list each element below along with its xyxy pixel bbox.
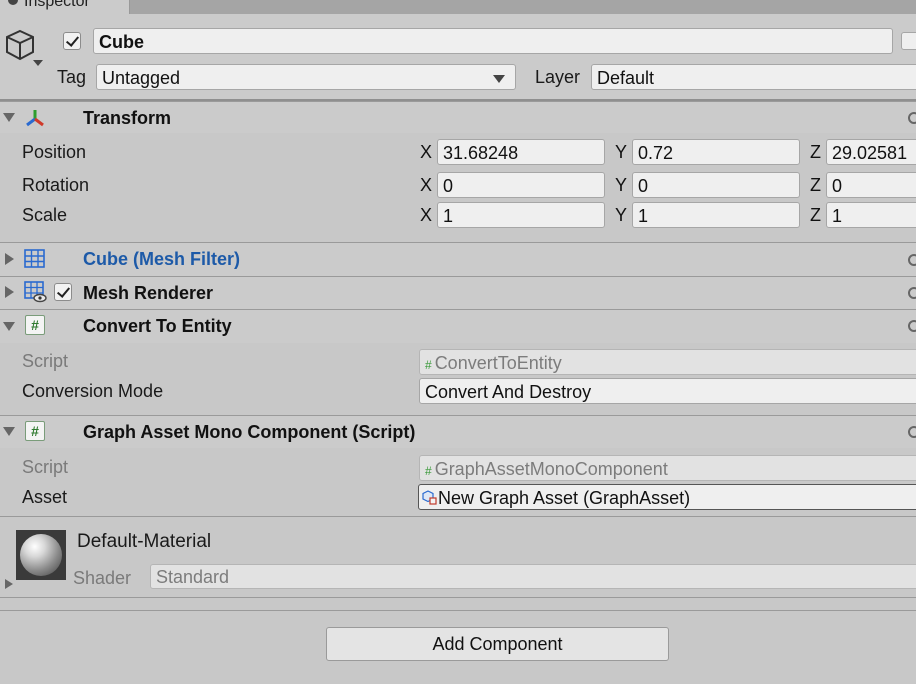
divider bbox=[0, 610, 916, 611]
rotation-z-field[interactable]: 0 bbox=[826, 172, 916, 198]
script-file-icon: # bbox=[425, 358, 432, 372]
position-z-field[interactable]: 29.02581 bbox=[826, 139, 916, 165]
script-label: Script bbox=[22, 351, 69, 371]
scale-z-field[interactable]: 1 bbox=[826, 202, 916, 228]
mesh-filter-icon bbox=[24, 249, 45, 268]
shader-label: Shader bbox=[73, 568, 132, 588]
tag-label: Tag bbox=[57, 67, 87, 87]
script-icon: # bbox=[25, 421, 45, 441]
gameobject-header: Cube Tag Untagged Layer Default bbox=[0, 14, 916, 99]
conversion-mode-dropdown[interactable]: Convert And Destroy bbox=[419, 378, 916, 404]
graph-asset-header[interactable]: # Graph Asset Mono Component (Script) bbox=[0, 415, 916, 448]
foldout-arrow-icon[interactable] bbox=[3, 113, 15, 122]
chevron-down-icon bbox=[493, 75, 505, 83]
material-section: Default-Material Shader Standard bbox=[0, 517, 916, 593]
graph-asset-title: Graph Asset Mono Component (Script) bbox=[83, 422, 416, 442]
transform-icon bbox=[26, 110, 44, 127]
mesh-renderer-header[interactable]: Mesh Renderer bbox=[0, 276, 916, 309]
foldout-arrow-icon[interactable] bbox=[5, 286, 14, 298]
material-preview-sphere[interactable] bbox=[16, 530, 66, 580]
icon-dropdown-arrow[interactable] bbox=[33, 60, 43, 66]
mesh-filter-title[interactable]: Cube (Mesh Filter) bbox=[83, 248, 240, 270]
mesh-filter-header[interactable]: Cube (Mesh Filter) bbox=[0, 242, 916, 276]
mesh-renderer-enabled-checkbox[interactable] bbox=[54, 283, 72, 301]
layer-label: Layer bbox=[535, 67, 581, 87]
script-label: Script bbox=[22, 457, 69, 477]
tag-dropdown[interactable]: Untagged bbox=[96, 64, 516, 90]
component-menu-icon[interactable] bbox=[908, 426, 916, 438]
convert-to-entity-header[interactable]: # Convert To Entity bbox=[0, 309, 916, 343]
material-foldout-arrow-icon[interactable] bbox=[5, 579, 13, 589]
position-x-field[interactable]: 31.68248 bbox=[437, 139, 605, 165]
script-field: # ConvertToEntity bbox=[419, 349, 916, 375]
material-name: Default-Material bbox=[77, 531, 212, 552]
convert-to-entity-title: Convert To Entity bbox=[83, 316, 232, 336]
mesh-renderer-icon bbox=[24, 281, 47, 303]
mesh-renderer-title: Mesh Renderer bbox=[83, 283, 214, 303]
add-component-button[interactable]: Add Component bbox=[326, 627, 669, 661]
scale-x-label[interactable]: X bbox=[420, 204, 432, 226]
rotation-x-field[interactable]: 0 bbox=[437, 172, 605, 198]
transform-title: Transform bbox=[83, 108, 172, 128]
foldout-arrow-icon[interactable] bbox=[3, 322, 15, 331]
foldout-arrow-icon[interactable] bbox=[3, 427, 15, 436]
divider bbox=[0, 597, 916, 598]
scale-x-field[interactable]: 1 bbox=[437, 202, 605, 228]
foldout-arrow-icon[interactable] bbox=[5, 253, 14, 265]
component-menu-icon[interactable] bbox=[908, 112, 916, 124]
transform-header[interactable]: Transform bbox=[0, 101, 916, 133]
convert-to-entity-body: Script # ConvertToEntity Conversion Mode … bbox=[0, 343, 916, 415]
script-field: # GraphAssetMonoComponent bbox=[419, 455, 916, 481]
scale-y-field[interactable]: 1 bbox=[632, 202, 800, 228]
graph-asset-icon bbox=[422, 490, 437, 505]
position-y-field[interactable]: 0.72 bbox=[632, 139, 800, 165]
transform-body: Position X 31.68248 Y 0.72 Z 29.02581 Ro… bbox=[0, 133, 916, 242]
shader-dropdown[interactable]: Standard bbox=[150, 564, 916, 589]
tab-bar: Inspector bbox=[0, 0, 916, 14]
scale-label: Scale bbox=[22, 205, 68, 225]
position-z-label[interactable]: Z bbox=[810, 141, 821, 163]
asset-label: Asset bbox=[22, 487, 68, 507]
component-menu-icon[interactable] bbox=[908, 254, 916, 266]
conversion-mode-label: Conversion Mode bbox=[22, 381, 164, 401]
rotation-y-label[interactable]: Y bbox=[615, 174, 627, 196]
scale-z-label[interactable]: Z bbox=[810, 204, 821, 226]
info-icon bbox=[8, 0, 18, 5]
scale-y-label[interactable]: Y bbox=[615, 204, 627, 226]
active-checkbox[interactable] bbox=[63, 32, 81, 50]
position-y-label[interactable]: Y bbox=[615, 141, 627, 163]
rotation-x-label[interactable]: X bbox=[420, 174, 432, 196]
rotation-y-field[interactable]: 0 bbox=[632, 172, 800, 198]
rotation-label: Rotation bbox=[22, 175, 90, 195]
gameobject-name-field[interactable]: Cube bbox=[93, 28, 893, 54]
graph-asset-body: Script # GraphAssetMonoComponent Asset Ne… bbox=[0, 448, 916, 516]
static-checkbox[interactable] bbox=[901, 32, 916, 50]
rotation-z-label[interactable]: Z bbox=[810, 174, 821, 196]
asset-object-field[interactable]: New Graph Asset (GraphAsset) bbox=[418, 484, 916, 510]
component-menu-icon[interactable] bbox=[908, 320, 916, 332]
layer-dropdown[interactable]: Default bbox=[591, 64, 916, 90]
position-x-label[interactable]: X bbox=[420, 141, 432, 163]
component-menu-icon[interactable] bbox=[908, 287, 916, 299]
script-icon: # bbox=[25, 315, 45, 335]
script-file-icon: # bbox=[425, 464, 432, 478]
cube-icon[interactable] bbox=[4, 28, 36, 62]
position-label: Position bbox=[22, 142, 87, 162]
tab-inspector[interactable]: Inspector bbox=[0, 0, 130, 14]
